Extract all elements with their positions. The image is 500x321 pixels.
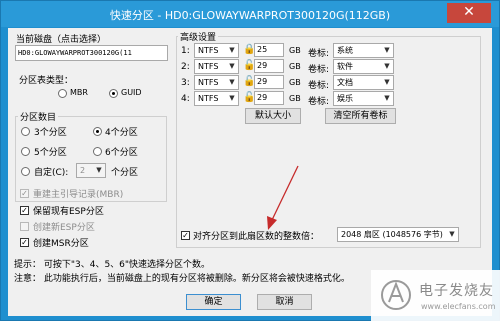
- count-6-label: 6个分区: [105, 148, 138, 158]
- window-title: 快速分区 - HD0:GLOWAYWARPROT300120G(112GB): [109, 9, 391, 22]
- row-4-volume-value: 娱乐: [337, 94, 353, 103]
- row-3-unit: GB: [289, 78, 301, 87]
- count-custom-label: 自定(C):: [34, 168, 69, 178]
- row-4-size-input[interactable]: 29: [254, 91, 284, 105]
- count-6-radio[interactable]: [93, 147, 102, 156]
- unlock-icon[interactable]: 🔓: [243, 76, 255, 88]
- custom-count-select[interactable]: 2 ▼: [76, 163, 106, 178]
- row-2-fs-select[interactable]: NTFS ▼: [194, 59, 239, 74]
- cancel-button[interactable]: 取消: [257, 294, 312, 310]
- row-1-size-input[interactable]: 25: [254, 43, 284, 57]
- keep-esp-label: 保留现有ESP分区: [33, 207, 104, 217]
- chevron-down-icon: ▼: [229, 78, 235, 86]
- current-disk-label: 当前磁盘（点击选择）: [14, 32, 109, 45]
- count-custom-radio[interactable]: [21, 167, 30, 176]
- chevron-down-icon: ▼: [96, 166, 102, 174]
- create-esp-checkbox[interactable]: [20, 222, 29, 231]
- disk-select-field[interactable]: HD0:GLOWAYWARPROT300120G(11: [15, 45, 168, 61]
- custom-count-suffix: 个分区: [111, 168, 139, 178]
- create-msr-checkbox[interactable]: ✓: [20, 238, 29, 247]
- close-button[interactable]: ✕: [447, 3, 491, 23]
- unlock-icon[interactable]: 🔓: [243, 92, 255, 104]
- row-1-volume-label-caption: 卷标:: [308, 49, 330, 59]
- watermark-title: 电子发烧友: [419, 283, 494, 299]
- count-3-radio[interactable]: [21, 127, 30, 136]
- tip-text: 提示： 可按下"3、4、5、6"快速选择分区个数。: [14, 260, 211, 270]
- row-4-volume-label-caption: 卷标:: [308, 97, 330, 107]
- row-1-fs-select[interactable]: NTFS ▼: [194, 43, 239, 58]
- keep-esp-checkbox[interactable]: ✓: [20, 206, 29, 215]
- row-2-number: 2:: [181, 62, 190, 72]
- row-3-size-input[interactable]: 29: [254, 75, 284, 89]
- align-partitions-label: 对齐分区到此扇区数的整数倍：: [193, 232, 320, 242]
- custom-count-value: 2: [80, 166, 86, 175]
- elecfans-logo-icon: [381, 280, 411, 310]
- guid-label: GUID: [121, 88, 142, 97]
- row-1-volume-value: 系统: [337, 46, 353, 55]
- count-4-radio[interactable]: [93, 127, 102, 136]
- chevron-down-icon: ▼: [384, 62, 390, 70]
- chevron-down-icon: ▼: [229, 62, 235, 70]
- count-5-radio[interactable]: [21, 147, 30, 156]
- row-2-volume-value: 软件: [337, 62, 353, 71]
- row-3-fs-select[interactable]: NTFS ▼: [194, 75, 239, 90]
- ok-button[interactable]: 确定: [186, 294, 241, 310]
- clear-labels-button[interactable]: 清空所有卷标: [325, 108, 396, 124]
- count-3-label: 3个分区: [34, 128, 67, 138]
- keep-esp-check-mark: ✓: [21, 206, 28, 215]
- row-1-fs-value: NTFS: [198, 46, 219, 55]
- row-1-volume-select[interactable]: 系统 ▼: [333, 43, 394, 58]
- rebuild-mbr-label: 重建主引导记录(MBR): [33, 190, 124, 200]
- rebuild-mbr-check-mark: ✓: [21, 189, 28, 198]
- row-3-number: 3:: [181, 78, 190, 88]
- row-1-number: 1:: [181, 46, 190, 56]
- row-3-volume-select[interactable]: 文档 ▼: [333, 75, 394, 90]
- default-size-button[interactable]: 默认大小: [245, 108, 301, 124]
- mbr-label: MBR: [70, 88, 88, 97]
- watermark: 电子发烧友 www.elecfans.com: [371, 270, 500, 321]
- row-2-fs-value: NTFS: [198, 62, 219, 71]
- align-sector-value: 2048 扇区 (1048576 字节): [341, 230, 443, 239]
- title-bar[interactable]: 快速分区 - HD0:GLOWAYWARPROT300120G(112GB) ✕: [1, 1, 499, 27]
- row-4-unit: GB: [289, 94, 301, 103]
- count-4-label: 4个分区: [105, 128, 138, 138]
- chevron-down-icon: ▼: [229, 46, 235, 54]
- row-4-volume-select[interactable]: 娱乐 ▼: [333, 91, 394, 106]
- row-2-volume-label-caption: 卷标:: [308, 65, 330, 75]
- chevron-down-icon: ▼: [229, 94, 235, 102]
- row-2-unit: GB: [289, 62, 301, 71]
- lock-icon[interactable]: 🔒: [243, 44, 255, 56]
- note-text: 注意： 此功能执行后，当前磁盘上的现有分区将被删除。新分区将会被快速格式化。: [14, 274, 350, 284]
- row-4-fs-select[interactable]: NTFS ▼: [194, 91, 239, 106]
- mbr-radio[interactable]: [58, 89, 67, 98]
- create-esp-label: 创建新ESP分区: [33, 223, 95, 233]
- advanced-settings-label: 高级设置: [178, 30, 219, 43]
- row-3-volume-value: 文档: [337, 78, 353, 87]
- partition-count-label: 分区数目: [18, 110, 59, 123]
- row-2-size-input[interactable]: 29: [254, 59, 284, 73]
- unlock-icon[interactable]: 🔓: [243, 60, 255, 72]
- annotation-arrow-icon: [267, 165, 299, 230]
- count-5-label: 5个分区: [34, 148, 67, 158]
- chevron-down-icon: ▼: [384, 78, 390, 86]
- watermark-url: www.elecfans.com: [421, 302, 496, 311]
- align-partitions-checkbox[interactable]: ✓: [181, 231, 190, 240]
- align-check-mark: ✓: [182, 231, 189, 240]
- partition-table-label: 分区表类型：: [19, 76, 74, 86]
- row-1-unit: GB: [289, 46, 301, 55]
- create-msr-label: 创建MSR分区: [33, 239, 89, 249]
- row-3-volume-label-caption: 卷标:: [308, 81, 330, 91]
- rebuild-mbr-checkbox[interactable]: ✓: [20, 189, 29, 198]
- row-4-number: 4:: [181, 94, 190, 104]
- row-2-volume-select[interactable]: 软件 ▼: [333, 59, 394, 74]
- row-3-fs-value: NTFS: [198, 78, 219, 87]
- align-sector-select[interactable]: 2048 扇区 (1048576 字节) ▼: [337, 227, 459, 242]
- row-4-fs-value: NTFS: [198, 94, 219, 103]
- create-msr-check-mark: ✓: [21, 238, 28, 247]
- chevron-down-icon: ▼: [384, 94, 390, 102]
- guid-radio[interactable]: [109, 89, 118, 98]
- chevron-down-icon: ▼: [449, 230, 455, 238]
- chevron-down-icon: ▼: [384, 46, 390, 54]
